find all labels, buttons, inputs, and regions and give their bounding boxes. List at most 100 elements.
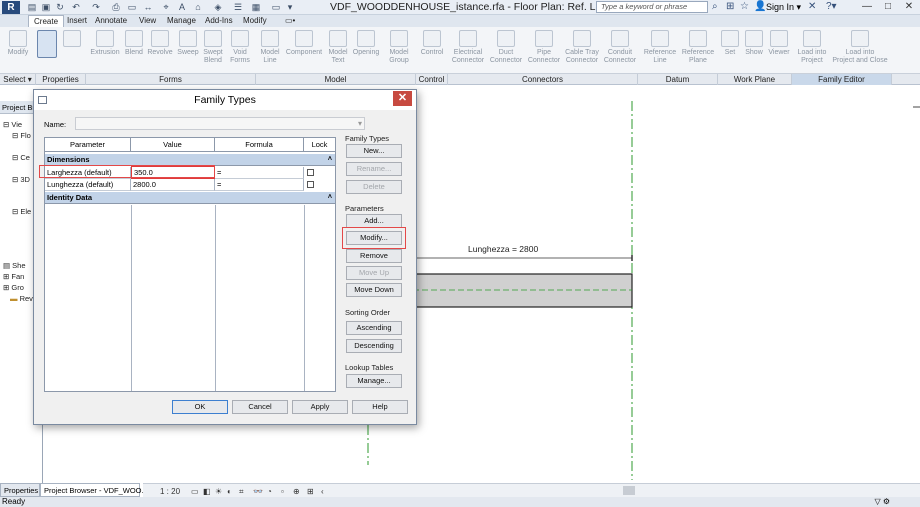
new-type-button[interactable]: New...: [346, 144, 402, 158]
remove-parameter-button[interactable]: Remove: [346, 249, 402, 263]
set-button[interactable]: Set: [720, 30, 740, 57]
3d-view-icon[interactable]: ⌂: [192, 1, 204, 13]
analysis-icon[interactable]: ⊕: [293, 487, 300, 496]
sync-icon[interactable]: ↻: [54, 1, 66, 13]
duct-connector-button[interactable]: Duct Connector: [488, 30, 524, 65]
tab-annotate[interactable]: Annotate: [90, 15, 132, 27]
filter-icon[interactable]: ▽ ⚙: [874, 497, 890, 507]
extrusion-button[interactable]: Extrusion: [88, 30, 122, 57]
help-button[interactable]: Help: [352, 400, 408, 414]
tab-project-browser[interactable]: Project Browser - VDF_WOO...: [40, 483, 148, 497]
tab-create[interactable]: Create: [28, 15, 65, 27]
cancel-button[interactable]: Cancel: [232, 400, 288, 414]
star-icon[interactable]: ☆: [740, 1, 749, 13]
temporary-hide-icon[interactable]: 👓: [253, 487, 263, 496]
lock-checkbox[interactable]: [307, 181, 314, 188]
collapse-icon[interactable]: ˄: [328, 192, 332, 204]
section-icon[interactable]: ◈: [212, 1, 224, 13]
crop-icon[interactable]: ⌗: [239, 487, 244, 497]
model-text-button[interactable]: Model Text: [326, 30, 350, 65]
value-field[interactable]: 2800.0: [131, 179, 215, 191]
user-icon[interactable]: 👤: [754, 1, 766, 13]
open-icon[interactable]: ▤: [26, 1, 38, 13]
tree-item-3d-views[interactable]: ⊟ 3D: [12, 175, 30, 184]
apply-button[interactable]: Apply: [292, 400, 348, 414]
viewer-button[interactable]: Viewer: [766, 30, 792, 57]
revolve-button[interactable]: Revolve: [146, 30, 174, 57]
cable-tray-connector-button[interactable]: Cable Tray Connector: [563, 30, 601, 65]
manage-lookup-button[interactable]: Manage...: [346, 374, 402, 388]
name-dropdown[interactable]: [75, 117, 365, 130]
shadows-icon[interactable]: ◐: [227, 487, 232, 496]
show-button[interactable]: Show: [742, 30, 766, 57]
dialog-title[interactable]: Family Types: [34, 90, 416, 110]
opening-button[interactable]: Opening: [350, 30, 382, 57]
binoculars-icon[interactable]: ⌕: [712, 1, 718, 13]
move-down-button[interactable]: Move Down: [346, 283, 402, 297]
model-line-button[interactable]: Model Line: [258, 30, 282, 65]
print-icon[interactable]: ⎙: [110, 1, 122, 13]
visual-style-icon[interactable]: ◧: [203, 487, 211, 496]
tag-icon[interactable]: ⌖: [160, 1, 172, 13]
panel-select[interactable]: Select ▾: [0, 74, 36, 85]
family-category-button[interactable]: [62, 30, 82, 49]
modify-button[interactable]: Modify: [4, 30, 32, 57]
application-menu-button[interactable]: R: [2, 1, 20, 14]
family-types-button[interactable]: [36, 30, 58, 60]
rename-type-button[interactable]: Rename...: [346, 162, 402, 176]
dialog-close-button[interactable]: ✕: [393, 91, 412, 106]
void-forms-button[interactable]: Void Forms: [228, 30, 252, 65]
tree-item-groups[interactable]: ⊞ Gro: [3, 283, 24, 292]
ascending-button[interactable]: Ascending: [346, 321, 402, 335]
tree-item-revit-links[interactable]: ▬ Rev: [10, 294, 33, 303]
horizontal-scroll-thumb[interactable]: [623, 486, 635, 495]
blend-button[interactable]: Blend: [122, 30, 146, 57]
minimize-button[interactable]: —: [856, 0, 878, 14]
collapse-icon[interactable]: ˄: [328, 154, 332, 166]
move-up-button[interactable]: Move Up: [346, 266, 402, 280]
load-into-project-and-close-button[interactable]: Load into Project and Close: [832, 30, 888, 65]
model-group-button[interactable]: Model Group: [385, 30, 413, 65]
maximize-button[interactable]: □: [877, 0, 899, 14]
conduit-connector-button[interactable]: Conduit Connector: [602, 30, 638, 65]
group-identity-data[interactable]: Identity Data ˄: [45, 192, 335, 204]
tree-item-families[interactable]: ⊞ Fan: [3, 272, 24, 281]
load-into-project-button[interactable]: Load into Project: [794, 30, 830, 65]
exchange-icon[interactable]: ✕: [808, 1, 816, 13]
measure-icon[interactable]: ▭: [126, 1, 138, 13]
add-parameter-button[interactable]: Add...: [346, 214, 402, 228]
dimension-label[interactable]: Lunghezza = 2800: [468, 244, 538, 254]
tab-properties[interactable]: Properties: [0, 483, 40, 497]
tab-insert[interactable]: Insert: [62, 15, 92, 27]
customize-toolbar-icon[interactable]: ▾: [284, 1, 296, 13]
subscription-icon[interactable]: ⊞: [726, 1, 734, 13]
modify-parameter-button[interactable]: Modify...: [346, 231, 402, 245]
close-views-icon[interactable]: ▦: [250, 1, 262, 13]
sign-in-button[interactable]: Sign In ▾: [766, 1, 801, 13]
undo-icon[interactable]: ↶: [70, 1, 82, 13]
constraints-icon[interactable]: ⊞: [307, 487, 314, 496]
delete-type-button[interactable]: Delete: [346, 180, 402, 194]
dimension-icon[interactable]: ↔: [142, 1, 154, 13]
save-icon[interactable]: ▣: [40, 1, 52, 13]
reference-plane-button[interactable]: Reference Plane: [680, 30, 716, 65]
reveal-hidden-icon[interactable]: ◔: [267, 487, 272, 496]
formula-field[interactable]: =: [215, 167, 304, 179]
close-app-button[interactable]: ✕: [898, 0, 920, 14]
control-button[interactable]: Control: [418, 30, 446, 57]
component-button[interactable]: Component: [284, 30, 324, 57]
tab-add-ins[interactable]: Add-Ins: [200, 15, 238, 27]
thin-lines-icon[interactable]: ☰: [232, 1, 244, 13]
reference-line-button[interactable]: Reference Line: [642, 30, 678, 65]
sun-path-icon[interactable]: ☀: [215, 487, 222, 496]
detail-level-icon[interactable]: ▭: [191, 487, 199, 496]
tree-item-sheets[interactable]: ▤ She: [3, 261, 26, 270]
tree-item-elevations[interactable]: ⊟ Ele: [12, 207, 31, 216]
lock-checkbox[interactable]: [307, 169, 314, 176]
help-icon[interactable]: ?▾: [826, 1, 837, 13]
scroll-left-icon[interactable]: ‹: [321, 487, 324, 496]
switch-windows-icon[interactable]: ▭: [270, 1, 282, 13]
redo-icon[interactable]: ↷: [90, 1, 102, 13]
search-input[interactable]: Type a keyword or phrase: [596, 1, 708, 13]
sweep-button[interactable]: Sweep: [175, 30, 201, 57]
